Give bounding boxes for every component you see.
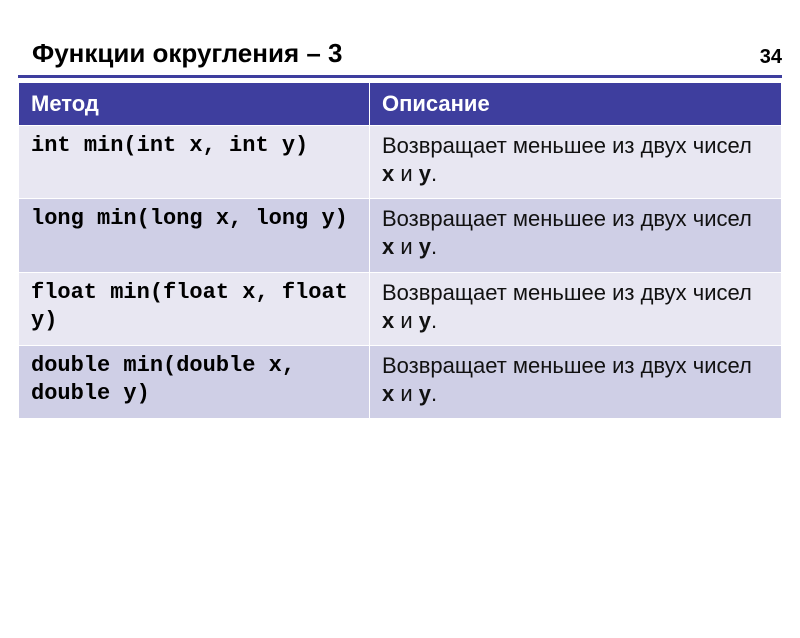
desc-end: . <box>431 161 437 186</box>
slide-title: Функции округления – 3 <box>32 38 800 69</box>
method-name: min <box>123 353 163 378</box>
table-row: long min(long x, long y) Возвращает мень… <box>19 199 782 272</box>
return-type: int <box>31 133 71 158</box>
page-number: 34 <box>760 46 782 69</box>
desc-y: y <box>419 161 431 186</box>
method-desc: Возвращает меньшее из двух чисел x и y. <box>369 345 781 418</box>
methods-table: Метод Описание int min(int x, int y) Воз… <box>18 82 782 419</box>
desc-and: и <box>394 161 419 186</box>
method-signature: long min(long x, long y) <box>19 199 370 272</box>
table-row: int min(int x, int y) Возвращает меньшее… <box>19 126 782 199</box>
table-row: double min(double x, double y) Возвращае… <box>19 345 782 418</box>
desc-text: Возвращает меньшее из двух чисел <box>382 280 752 305</box>
desc-and: и <box>394 308 419 333</box>
method-params: (long x, long y) <box>137 206 348 231</box>
return-type: float <box>31 280 97 305</box>
method-signature: double min(double x, double y) <box>19 345 370 418</box>
method-params: (int x, int y) <box>123 133 308 158</box>
method-desc: Возвращает меньшее из двух чисел x и y. <box>369 126 781 199</box>
method-signature: int min(int x, int y) <box>19 126 370 199</box>
method-name: min <box>110 280 150 305</box>
desc-x: x <box>382 161 394 186</box>
desc-end: . <box>431 381 437 406</box>
method-signature: float min(float x, float y) <box>19 272 370 345</box>
table-row: float min(float x, float y) Возвращает м… <box>19 272 782 345</box>
desc-y: y <box>419 381 431 406</box>
desc-text: Возвращает меньшее из двух чисел <box>382 353 752 378</box>
return-type: long <box>31 206 84 231</box>
method-desc: Возвращает меньшее из двух чисел x и y. <box>369 199 781 272</box>
header-method: Метод <box>19 83 370 126</box>
table-header-row: Метод Описание <box>19 83 782 126</box>
desc-and: и <box>394 234 419 259</box>
desc-y: y <box>419 308 431 333</box>
return-type: double <box>31 353 110 378</box>
desc-and: и <box>394 381 419 406</box>
desc-x: x <box>382 381 394 406</box>
method-desc: Возвращает меньшее из двух чисел x и y. <box>369 272 781 345</box>
desc-x: x <box>382 308 394 333</box>
desc-end: . <box>431 308 437 333</box>
desc-y: y <box>419 234 431 259</box>
header-desc: Описание <box>369 83 781 126</box>
method-name: min <box>97 206 137 231</box>
desc-x: x <box>382 234 394 259</box>
desc-end: . <box>431 234 437 259</box>
method-name: min <box>84 133 124 158</box>
title-rule <box>18 75 782 78</box>
desc-text: Возвращает меньшее из двух чисел <box>382 206 752 231</box>
desc-text: Возвращает меньшее из двух чисел <box>382 133 752 158</box>
